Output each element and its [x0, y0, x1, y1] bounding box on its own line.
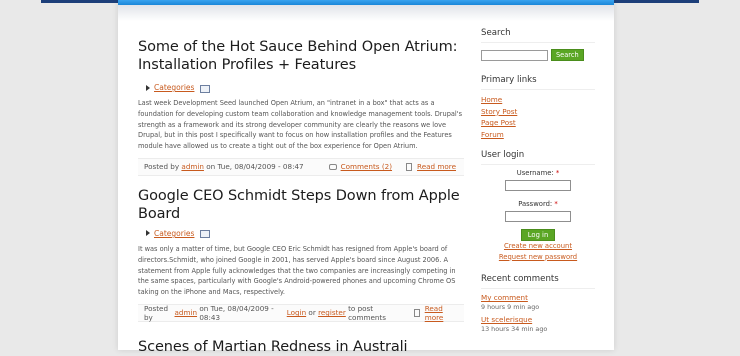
post-date: on Tue, 08/04/2009 - 08:47 [206, 162, 304, 172]
register-link[interactable]: register [318, 308, 346, 317]
create-account-link[interactable]: Create new account [481, 241, 595, 252]
search-button[interactable]: Search [551, 49, 584, 61]
post: Some of the Hot Sauce Behind Open Atrium… [138, 38, 464, 176]
nav-link-home[interactable]: Home [481, 94, 595, 106]
read-more-link[interactable]: Read more [425, 304, 456, 322]
primary-links: Home Story Post Page Post Forum [481, 94, 595, 140]
posted-by-label: Posted by [144, 162, 180, 172]
sidebar: Search Search Primary links Home Story P… [481, 28, 595, 334]
nav-link-page-post[interactable]: Page Post [481, 117, 595, 129]
post: Google CEO Schmidt Steps Down from Apple… [138, 187, 464, 322]
password-label: Password: * [518, 200, 558, 208]
post-meta: Posted by admin on Tue, 08/04/2009 - 08:… [138, 157, 464, 176]
categories-link[interactable]: Categories [154, 229, 194, 238]
author-link[interactable]: admin [181, 162, 204, 171]
post-title[interactable]: Scenes of Martian Redness in Australi [138, 338, 464, 356]
user-login-heading: User login [481, 150, 595, 165]
comments-link[interactable]: Comments (2) [341, 162, 392, 171]
read-more-link[interactable]: Read more [417, 162, 456, 171]
nav-link-forum[interactable]: Forum [481, 129, 595, 141]
recent-comments: My comment 9 hours 9 min ago Ut sceleris… [481, 293, 595, 334]
main-content: Some of the Hot Sauce Behind Open Atrium… [138, 38, 464, 356]
username-label: Username: * [516, 169, 560, 177]
or-label: or [308, 308, 316, 318]
recent-comments-heading: Recent comments [481, 274, 595, 289]
comment-link[interactable]: Ut scelerisque [481, 315, 595, 325]
page-icon [414, 308, 420, 317]
search-input[interactable] [481, 49, 548, 61]
triangle-right-icon [146, 230, 150, 237]
comment-time: 13 hours 34 min ago [481, 325, 548, 333]
login-links: Create new account Request new password [481, 241, 595, 262]
post-categories: Categories [138, 228, 464, 239]
post-meta: Posted by admin on Tue, 08/04/2009 - 08:… [138, 303, 464, 322]
primary-links-heading: Primary links [481, 75, 595, 90]
password-field[interactable] [505, 211, 571, 222]
login-link[interactable]: Login [287, 308, 306, 317]
post-body: It was only a matter of time, but Google… [138, 244, 456, 297]
post-title[interactable]: Some of the Hot Sauce Behind Open Atrium… [138, 38, 464, 74]
login-button[interactable]: Log in [520, 229, 556, 241]
folder-icon [200, 84, 211, 93]
comment-link[interactable]: My comment [481, 293, 595, 303]
search-form: Search [481, 49, 595, 61]
login-form: Username: * Password: * Log in Create ne… [481, 169, 595, 262]
search-heading: Search [481, 28, 595, 43]
request-password-link[interactable]: Request new password [481, 252, 595, 263]
folder-icon [200, 230, 211, 239]
comment-bubble-icon [328, 163, 337, 170]
username-field[interactable] [505, 180, 571, 191]
nav-link-story-post[interactable]: Story Post [481, 106, 595, 118]
posted-by-label: Posted by [144, 303, 169, 322]
post-categories: Categories [138, 82, 464, 93]
triangle-right-icon [146, 84, 150, 91]
post: Scenes of Martian Redness in Australi [138, 338, 464, 356]
post-title[interactable]: Google CEO Schmidt Steps Down from Apple… [138, 187, 464, 223]
post-body: Last week Development Seed launched Open… [138, 99, 463, 151]
post-date: on Tue, 08/04/2009 - 08:43 [199, 303, 274, 322]
page-icon [406, 162, 413, 171]
categories-link[interactable]: Categories [154, 83, 194, 92]
comment-time: 9 hours 9 min ago [481, 303, 540, 311]
required-mark: * [555, 169, 560, 177]
required-mark: * [554, 200, 558, 208]
author-link[interactable]: admin [175, 308, 198, 317]
to-post-label: to post comments [348, 303, 386, 322]
header-shadow [118, 5, 614, 21]
